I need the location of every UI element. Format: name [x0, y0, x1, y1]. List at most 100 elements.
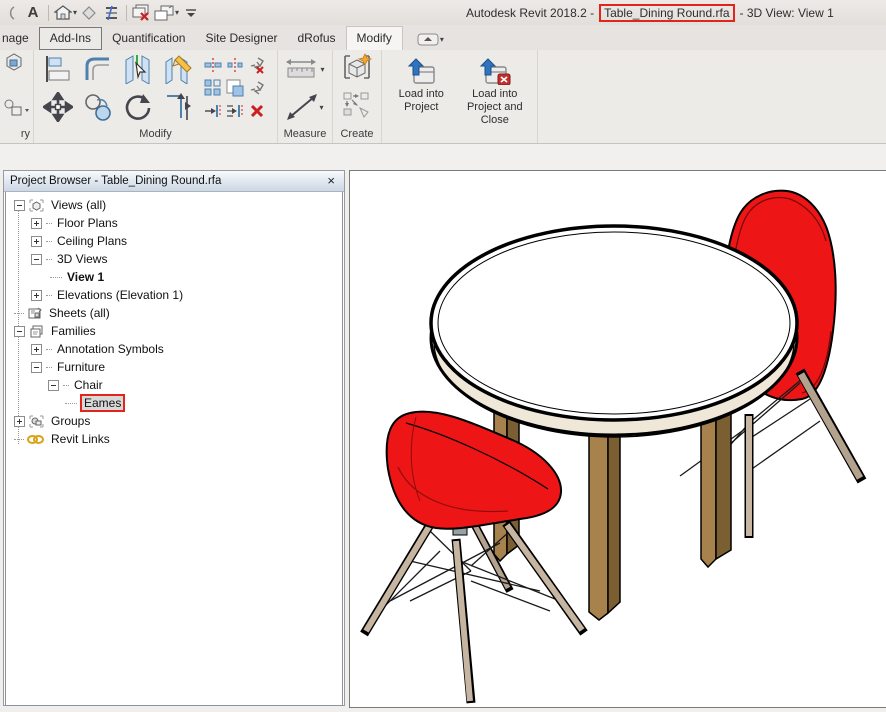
copy-icon[interactable] [81, 90, 115, 124]
measure-angle-icon[interactable]: ▾ [286, 90, 323, 124]
table-top[interactable] [431, 226, 797, 420]
load-into-project-label-2: Project [404, 101, 438, 114]
component-icon[interactable] [341, 52, 373, 87]
panel-label-geometry: ry [0, 126, 33, 143]
tree-label: Floor Plans [55, 216, 120, 230]
table-and-chairs-3d-model [350, 171, 886, 707]
split-with-gap-icon[interactable] [161, 52, 195, 86]
tree-label: Families [49, 324, 98, 338]
window-title: Autodesk Revit 2018.2 - Table_Dining Rou… [466, 0, 834, 25]
tree-label: Elevations (Elevation 1) [55, 288, 185, 302]
tree-item-groups[interactable]: Groups [6, 412, 342, 430]
expand-icon[interactable] [31, 290, 42, 301]
tree-item-families[interactable]: Families [6, 322, 342, 340]
tree-item-revit-links[interactable]: Revit Links [6, 430, 342, 448]
tab-add-ins[interactable]: Add-Ins [39, 27, 102, 50]
tree-label: Views (all) [49, 198, 108, 212]
tree-label: Chair [72, 378, 105, 392]
tree-label: Furniture [55, 360, 107, 374]
collapse-icon[interactable] [31, 362, 42, 373]
title-bar: A ▾ ▾ Autodesk Revit 2018.2 - Table_Dini… [0, 0, 886, 25]
panel-label-modify: Modify [34, 126, 277, 143]
load-into-project-and-close-button[interactable]: Load into Project and Close [457, 53, 533, 143]
tree-item-annotation-symbols[interactable]: Annotation Symbols [6, 340, 342, 358]
front-chair-legs [364, 516, 584, 703]
split-element-icon[interactable] [121, 52, 155, 86]
scale-icon[interactable] [224, 77, 246, 100]
tree-label: Annotation Symbols [55, 342, 166, 356]
remove-coping-icon[interactable] [224, 54, 246, 77]
tree-item-eames[interactable]: Eames [6, 394, 342, 412]
tree-label: Groups [49, 414, 92, 428]
file-name-annotation: Table_Dining Round.rfa [599, 4, 734, 22]
tree-item-view-1[interactable]: View 1 [6, 268, 342, 286]
paint-icon[interactable] [4, 52, 24, 77]
tab-drofus[interactable]: dRofus [288, 27, 346, 50]
trim-single-icon[interactable] [202, 100, 224, 123]
tree-item-views[interactable]: Views (all) [6, 196, 342, 214]
thin-lines-icon[interactable] [101, 2, 121, 24]
project-browser-title: Project Browser - Table_Dining Round.rfa [10, 175, 324, 187]
array-icon[interactable] [202, 77, 224, 100]
trim-extend-icon[interactable] [161, 90, 195, 124]
toolbar-separator [48, 5, 49, 21]
tab-site-designer[interactable]: Site Designer [195, 27, 287, 50]
load-into-project-button[interactable]: Load into Project [386, 53, 457, 143]
expand-icon[interactable] [31, 236, 42, 247]
tree-item-elevations[interactable]: Elevations (Elevation 1) [6, 286, 342, 304]
expand-icon[interactable] [31, 218, 42, 229]
default-3d-view-icon[interactable]: ▾ [54, 2, 77, 24]
panel-label-create: Create [333, 126, 381, 143]
ribbon-display-toggle[interactable]: ▾ [417, 33, 444, 50]
measure-icon[interactable]: ▾ [285, 52, 324, 86]
switch-windows-icon[interactable]: ▾ [154, 2, 179, 24]
tree-label: Revit Links [49, 432, 112, 446]
panel-family-editor: Load into Project Load into Project and … [382, 50, 538, 143]
tree-label-selected-family[interactable]: Eames [82, 396, 123, 410]
collapse-icon[interactable] [48, 380, 59, 391]
tree-item-floor-plans[interactable]: Floor Plans [6, 214, 342, 232]
tree-item-chair[interactable]: Chair [6, 376, 342, 394]
load-into-project-label-1: Load into [399, 88, 444, 101]
collapse-icon[interactable] [14, 200, 25, 211]
expand-icon[interactable] [14, 416, 25, 427]
expand-icon[interactable] [31, 344, 42, 355]
tree-item-furniture[interactable]: Furniture [6, 358, 342, 376]
pattern-icon[interactable] [342, 91, 372, 124]
title-prefix: Autodesk Revit 2018.2 - [466, 6, 594, 20]
project-browser-header[interactable]: Project Browser - Table_Dining Round.rfa… [4, 171, 344, 192]
rotate-icon[interactable] [121, 90, 155, 124]
render-icon[interactable] [79, 2, 99, 24]
project-browser-panel: Project Browser - Table_Dining Round.rfa… [3, 170, 345, 706]
delete-icon[interactable] [246, 100, 268, 123]
clipped-icon[interactable] [1, 2, 21, 24]
panel-create: Create [333, 50, 382, 143]
tab-quantification[interactable]: Quantification [102, 27, 195, 50]
close-hidden-windows-icon[interactable] [132, 2, 152, 24]
ribbon: ry [0, 50, 886, 144]
cope-icon[interactable] [202, 54, 224, 77]
drawing-area-3d-view[interactable] [349, 170, 886, 708]
toolbar-separator [126, 5, 127, 21]
title-suffix: - 3D View: View 1 [740, 6, 834, 20]
collapse-icon[interactable] [14, 326, 25, 337]
move-icon[interactable] [41, 90, 75, 124]
join-geometry-icon[interactable] [4, 99, 30, 124]
tab-manage[interactable]: nage [0, 27, 39, 50]
offset-icon[interactable] [81, 52, 115, 86]
panel-geometry-clipped: ry [0, 50, 34, 143]
text-annotation-icon[interactable]: A [23, 2, 43, 24]
unpin-icon[interactable] [246, 54, 268, 77]
tree-item-sheets[interactable]: Sheets (all) [6, 304, 342, 322]
ribbon-empty-space [538, 50, 886, 143]
groups-icon [29, 415, 44, 428]
tab-modify[interactable]: Modify [346, 26, 403, 50]
close-icon[interactable]: × [324, 173, 338, 189]
tree-item-3d-views[interactable]: 3D Views [6, 250, 342, 268]
trim-multiple-icon[interactable] [224, 100, 246, 123]
tree-item-ceiling-plans[interactable]: Ceiling Plans [6, 232, 342, 250]
align-icon[interactable] [41, 52, 75, 86]
qat-customize-icon[interactable] [181, 2, 201, 24]
pin-icon[interactable] [246, 77, 268, 100]
collapse-icon[interactable] [31, 254, 42, 265]
